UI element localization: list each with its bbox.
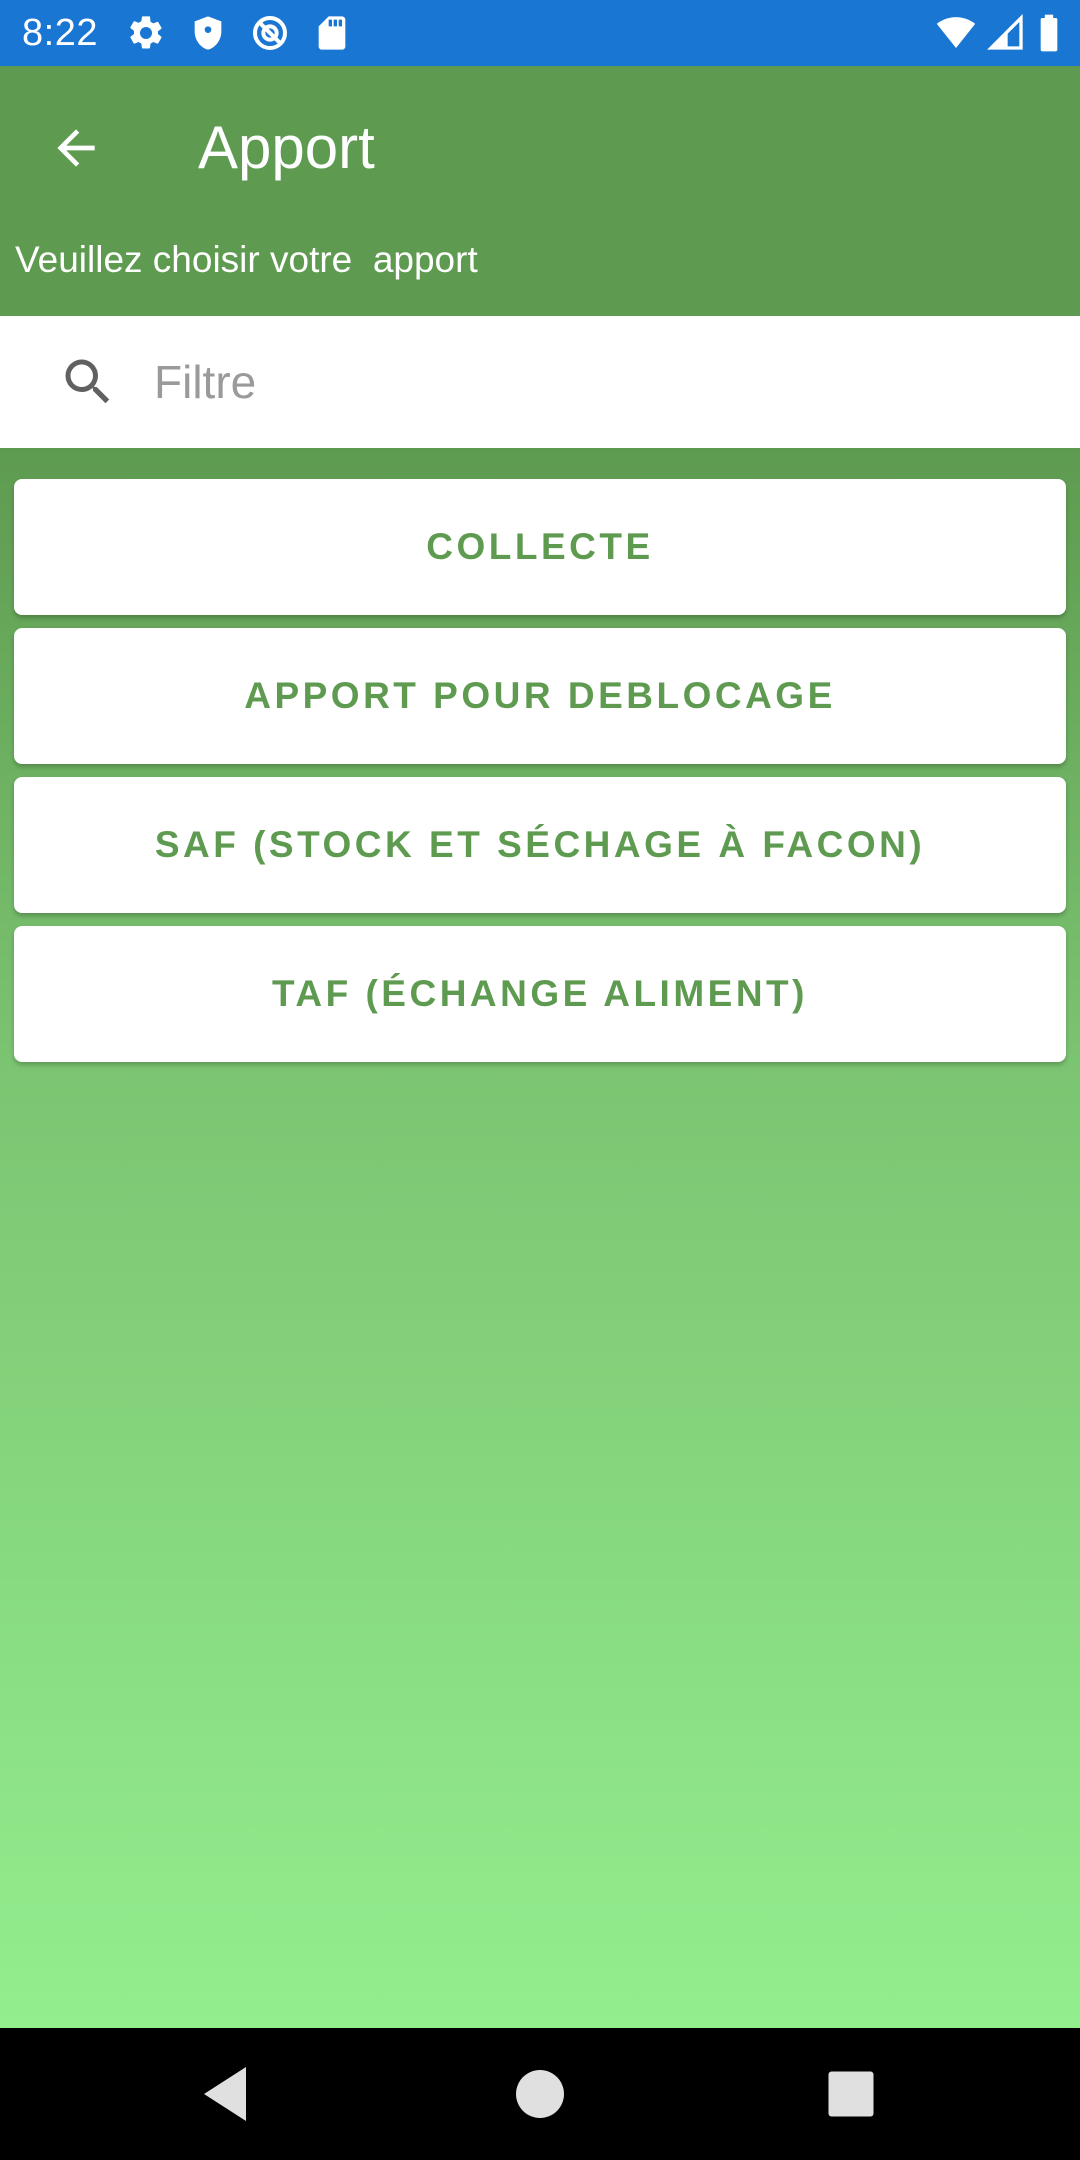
status-time: 8:22 — [22, 11, 98, 54]
option-saf-button[interactable]: SAF (STOCK ET SÉCHAGE À FACON) — [14, 777, 1066, 913]
nav-back-icon[interactable] — [192, 2058, 264, 2130]
status-icons-left — [126, 13, 352, 53]
search-icon[interactable] — [58, 352, 118, 412]
content-area: COLLECTE APPORT POUR DEBLOCAGE SAF (STOC… — [0, 448, 1080, 2028]
status-icons-right — [936, 13, 1062, 53]
navigation-bar — [0, 2028, 1080, 2160]
nav-home-icon[interactable] — [504, 2058, 576, 2130]
search-input[interactable] — [154, 346, 1034, 418]
screen: 8:22 Apport Veuillez choisir votre appor… — [0, 0, 1080, 2160]
option-apport-deblocage-button[interactable]: APPORT POUR DEBLOCAGE — [14, 628, 1066, 764]
arrow-back-icon — [57, 129, 95, 167]
wifi-icon — [936, 13, 976, 53]
settings-icon — [126, 13, 166, 53]
sync-blocked-icon — [250, 13, 290, 53]
battery-icon — [1036, 13, 1062, 53]
search-bar — [0, 316, 1080, 448]
nav-recents-icon[interactable] — [815, 2058, 887, 2130]
app-bar: Apport Veuillez choisir votre apport — [0, 66, 1080, 316]
shield-icon — [188, 13, 228, 53]
signal-icon — [986, 13, 1026, 53]
option-collecte-button[interactable]: COLLECTE — [14, 479, 1066, 615]
page-subtitle: Veuillez choisir votre apport — [15, 239, 478, 280]
back-button[interactable] — [40, 112, 112, 184]
status-bar: 8:22 — [0, 0, 1080, 66]
option-taf-button[interactable]: TAF (ÉCHANGE ALIMENT) — [14, 926, 1066, 1062]
page-title: Apport — [198, 114, 375, 181]
sd-card-icon — [312, 13, 352, 53]
